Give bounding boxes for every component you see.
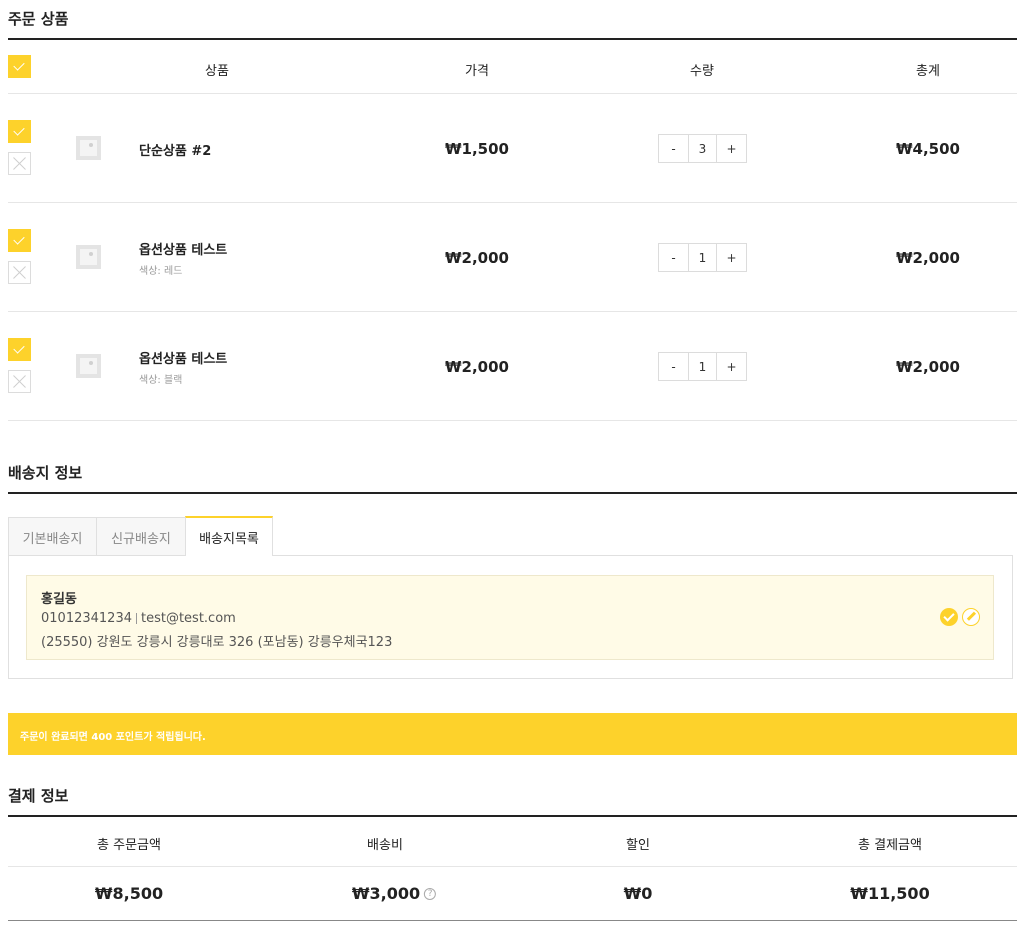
pencil-icon[interactable] (962, 608, 980, 626)
shipping-section-title: 배송지 정보 (8, 464, 83, 482)
question-icon[interactable]: ? (424, 887, 437, 900)
quantity-decrease-button[interactable]: - (659, 135, 688, 162)
recipient-name: 홍길동 (41, 592, 77, 607)
item-remove-button[interactable] (8, 261, 31, 284)
row-divider (8, 311, 1017, 312)
contact-line: 01012341234 test@test.com (41, 611, 236, 626)
product-price: ₩2,000 (445, 358, 509, 376)
payment-order-total: ₩8,500 (94, 884, 164, 903)
quantity-stepper: - 1 + (658, 352, 747, 381)
check-icon[interactable] (940, 608, 958, 626)
column-header-product: 상품 (205, 64, 229, 79)
tab-default-address[interactable]: 기본배송지 (8, 517, 97, 556)
divider (135, 613, 137, 624)
payment-section-title: 결제 정보 (8, 787, 69, 805)
address-card[interactable]: 홍길동 01012341234 test@test.com (25550) 강원도… (26, 575, 994, 660)
quantity-increase-button[interactable]: + (717, 135, 746, 162)
header-divider (8, 93, 1017, 94)
quantity-increase-button[interactable]: + (717, 244, 746, 271)
product-price: ₩2,000 (445, 249, 509, 267)
line-total: ₩2,000 (896, 249, 960, 267)
payment-divider (8, 866, 1017, 867)
shipping-fee-value: ₩3,000 (351, 884, 421, 903)
item-remove-button[interactable] (8, 370, 31, 393)
order-section-title: 주문 상품 (8, 10, 69, 28)
product-name: 옵션상품 테스트 (139, 352, 228, 367)
tab-new-address[interactable]: 신규배송지 (96, 517, 186, 556)
recipient-address: (25550) 강원도 강릉시 강릉대로 326 (포남동) 강릉우체국123 (41, 635, 393, 650)
payment-header-order-total: 총 주문금액 (97, 838, 161, 853)
item-remove-button[interactable] (8, 152, 31, 175)
item-select-checkbox[interactable] (8, 120, 31, 143)
product-thumbnail (76, 354, 101, 378)
product-thumbnail (76, 136, 101, 160)
payment-bottom-rule (8, 920, 1017, 921)
item-select-checkbox[interactable] (8, 229, 31, 252)
recipient-email: test@test.com (140, 611, 236, 626)
column-header-price: 가격 (465, 64, 489, 79)
payment-header-shipping: 배송비 (367, 838, 403, 853)
line-total: ₩4,500 (896, 140, 960, 158)
order-top-rule (8, 38, 1017, 40)
payment-shipping-fee: ₩3,000? (351, 884, 437, 903)
payment-grand-total: ₩11,500 (850, 884, 930, 903)
product-thumbnail (76, 245, 101, 269)
payment-header-discount: 할인 (626, 838, 650, 853)
column-header-quantity: 수량 (690, 64, 714, 79)
quantity-increase-button[interactable]: + (717, 353, 746, 380)
product-option: 색상: 블랙 (139, 375, 183, 386)
tab-address-list[interactable]: 배송지목록 (185, 516, 273, 556)
payment-top-rule (8, 815, 1017, 817)
line-total: ₩2,000 (896, 358, 960, 376)
shipping-top-rule (8, 492, 1017, 494)
quantity-value[interactable]: 3 (688, 135, 717, 162)
recipient-phone: 01012341234 (41, 611, 132, 626)
points-notice-banner: 주문이 완료되면 400 포인트가 적립됩니다. (8, 713, 1017, 755)
product-price: ₩1,500 (445, 140, 509, 158)
column-header-total: 총계 (916, 64, 940, 79)
quantity-decrease-button[interactable]: - (659, 244, 688, 271)
points-notice-text: 주문이 완료되면 400 포인트가 적립됩니다. (20, 732, 206, 743)
row-divider (8, 202, 1017, 203)
product-name: 옵션상품 테스트 (139, 243, 228, 258)
select-all-checkbox[interactable] (8, 55, 31, 78)
quantity-stepper: - 1 + (658, 243, 747, 272)
product-option: 색상: 레드 (139, 266, 183, 277)
payment-header-grand-total: 총 결제금액 (858, 838, 922, 853)
payment-discount: ₩0 (623, 884, 653, 903)
quantity-value[interactable]: 1 (688, 244, 717, 271)
row-divider (8, 420, 1017, 421)
product-name: 단순상품 #2 (139, 144, 212, 159)
quantity-decrease-button[interactable]: - (659, 353, 688, 380)
item-select-checkbox[interactable] (8, 338, 31, 361)
quantity-value[interactable]: 1 (688, 353, 717, 380)
quantity-stepper: - 3 + (658, 134, 747, 163)
